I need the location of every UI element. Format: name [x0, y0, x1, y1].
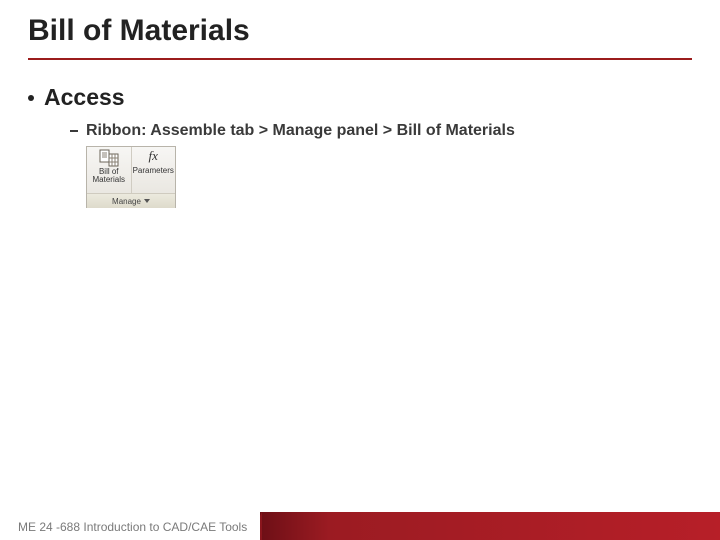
title-underline: [28, 58, 692, 60]
footer-red-bar: [260, 512, 720, 540]
bullet-dot-icon: [28, 95, 34, 101]
ribbon-panel-footer[interactable]: Manage: [87, 193, 175, 208]
bullet-dash-icon: [70, 130, 78, 132]
bullet-level2: Ribbon: Assemble tab > Manage panel > Bi…: [70, 122, 515, 140]
bom-label-2: Materials: [93, 176, 125, 184]
ribbon-manage-panel: Bill of Materials fx Parameters Manage: [86, 146, 176, 208]
slide: Bill of Materials Access Ribbon: Assembl…: [0, 0, 720, 540]
bill-of-materials-icon: [99, 149, 119, 167]
footer-text: ME 24 -688 Introduction to CAD/CAE Tools: [18, 520, 247, 534]
bullet-level1: Access: [28, 84, 125, 111]
ribbon-footer-label: Manage: [112, 197, 141, 206]
dropdown-triangle-icon: [144, 199, 150, 203]
bill-of-materials-button[interactable]: Bill of Materials: [87, 147, 131, 193]
ribbon-body: Bill of Materials fx Parameters: [87, 147, 175, 193]
parameters-label: Parameters: [133, 167, 174, 175]
bullet-level2-text: Ribbon: Assemble tab > Manage panel > Bi…: [86, 122, 515, 140]
slide-footer: ME 24 -688 Introduction to CAD/CAE Tools: [0, 512, 720, 540]
parameters-button[interactable]: fx Parameters: [131, 147, 176, 193]
fx-icon: fx: [141, 149, 165, 165]
bullet-level1-text: Access: [44, 84, 125, 111]
slide-title: Bill of Materials: [28, 14, 250, 48]
